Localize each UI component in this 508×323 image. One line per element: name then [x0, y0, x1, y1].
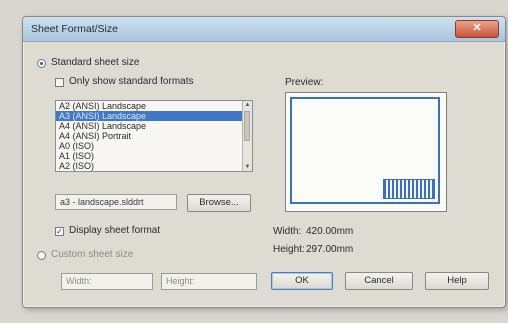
ok-button[interactable]: OK [271, 272, 333, 290]
sheet-size-list-item[interactable]: A0 (ISO) [56, 141, 252, 151]
width-label: Width: [273, 226, 302, 237]
preview-sheet-border [290, 97, 440, 204]
sheet-size-list-item[interactable]: A1 (ISO) [56, 151, 252, 161]
sheet-size-list-item[interactable]: A3 (ANSI) Landscape [56, 111, 252, 121]
standard-size-radio[interactable] [37, 59, 46, 68]
sheet-size-list-item[interactable]: A2 (ANSI) Landscape [56, 101, 252, 111]
help-button[interactable]: Help [425, 272, 489, 290]
custom-size-radio[interactable] [37, 251, 46, 260]
sheet-format-dialog: Sheet Format/Size ✕ Standard sheet size … [22, 16, 506, 308]
custom-height-field[interactable]: Height: [161, 273, 257, 290]
sheet-size-list-item[interactable]: A4 (ANSI) Portrait [56, 131, 252, 141]
height-label: Height: [273, 244, 305, 255]
title-bar: Sheet Format/Size ✕ [23, 17, 505, 42]
standard-size-label: Standard sheet size [51, 57, 140, 68]
display-format-label: Display sheet format [69, 225, 161, 236]
only-standard-checkbox[interactable] [55, 78, 64, 87]
sheet-size-list-item[interactable]: A4 (ANSI) Landscape [56, 121, 252, 131]
browse-button[interactable]: Browse... [187, 194, 251, 212]
custom-width-field[interactable]: Width: [61, 273, 153, 290]
scroll-down-icon[interactable]: ▼ [243, 163, 252, 171]
display-format-checkbox[interactable]: ✓ [55, 227, 64, 236]
preview-label: Preview: [285, 77, 324, 88]
scroll-thumb[interactable] [244, 111, 250, 141]
width-value: 420.00mm [306, 226, 354, 237]
dialog-title: Sheet Format/Size [31, 23, 118, 35]
cancel-button[interactable]: Cancel [345, 272, 413, 290]
list-scrollbar[interactable]: ▲ ▼ [242, 101, 252, 171]
sheet-size-list[interactable]: A2 (ANSI) Landscape A3 (ANSI) Landscape A4… [55, 100, 253, 172]
preview-title-block [383, 179, 435, 199]
close-icon: ✕ [472, 22, 482, 34]
sheet-preview [285, 92, 447, 212]
custom-size-label: Custom sheet size [51, 249, 134, 260]
only-standard-label: Only show standard formats [69, 76, 194, 87]
close-button[interactable]: ✕ [455, 20, 499, 38]
sheet-size-list-item[interactable]: A2 (ISO) [56, 161, 252, 171]
height-value: 297.00mm [306, 244, 354, 255]
scroll-up-icon[interactable]: ▲ [243, 101, 252, 109]
sheet-format-file-field[interactable]: a3 - landscape.slddrt [55, 194, 177, 210]
